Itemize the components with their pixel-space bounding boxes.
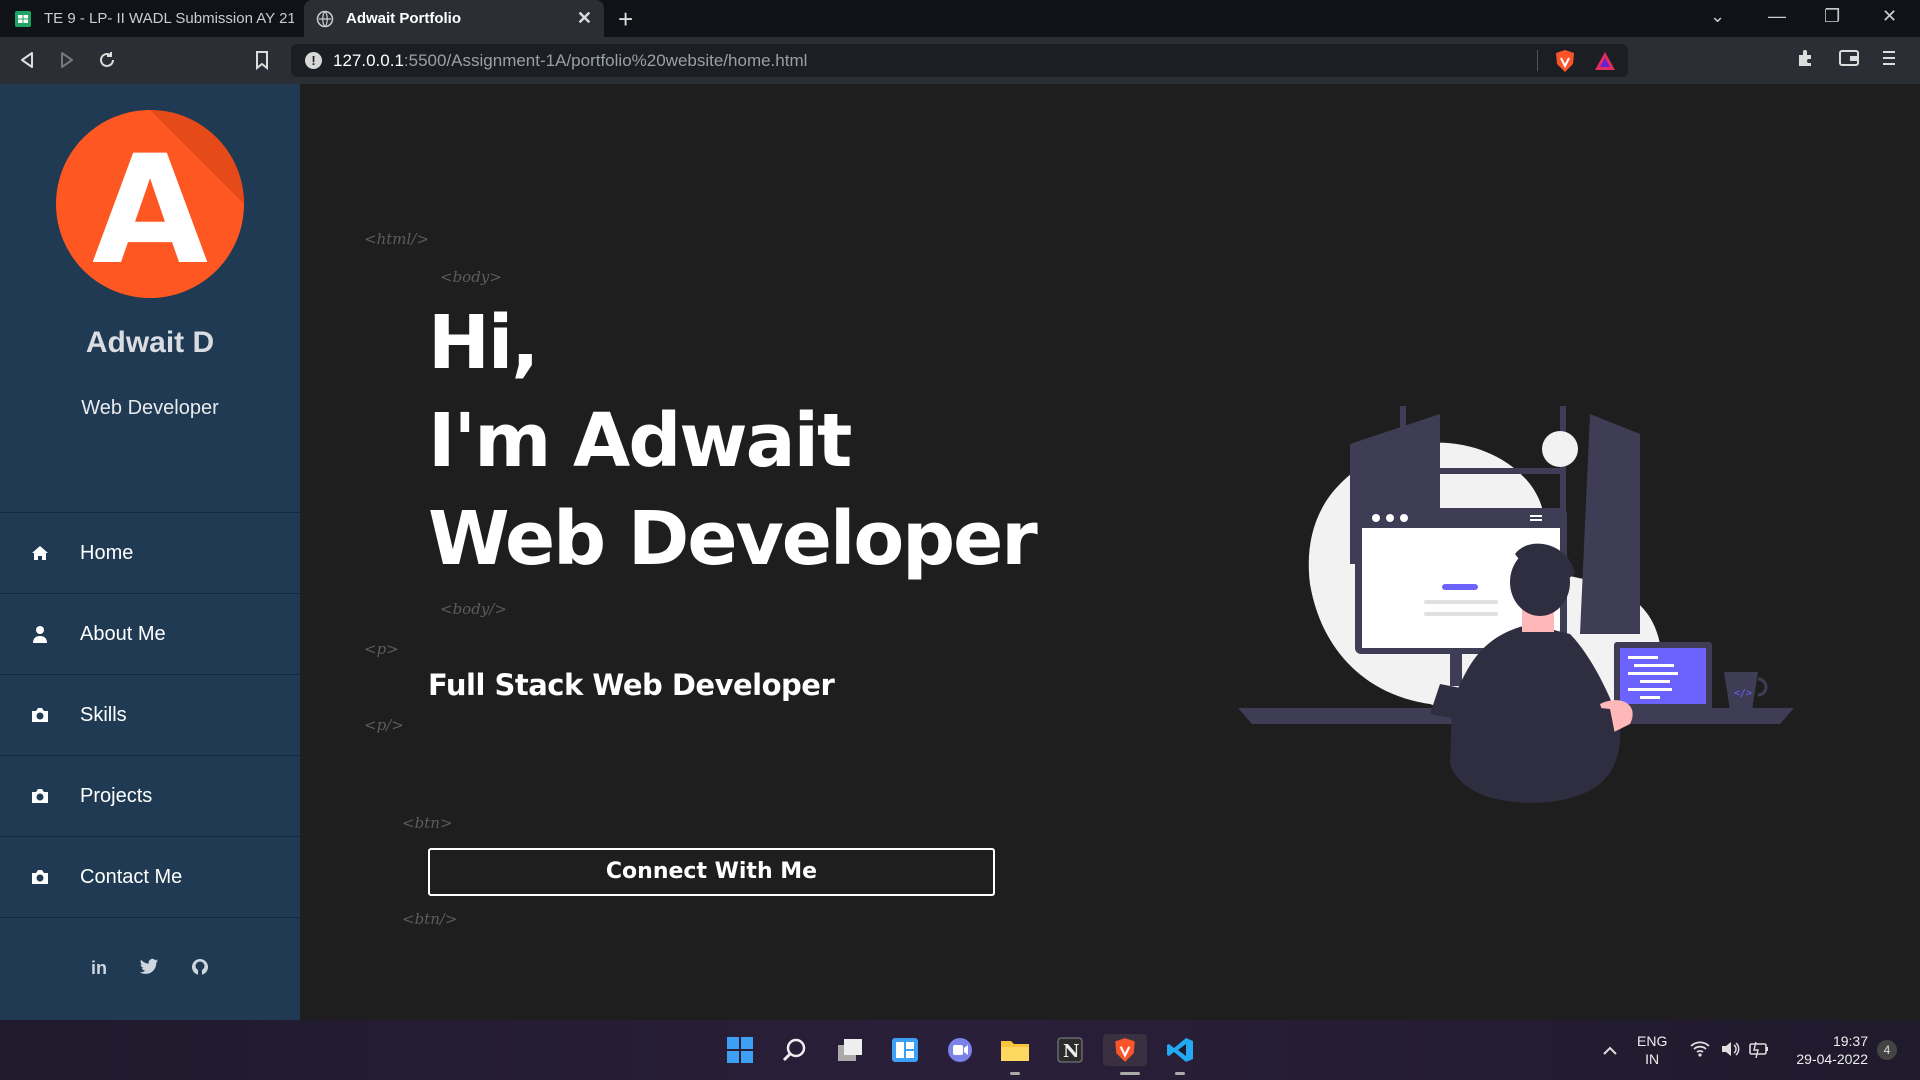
divider — [1537, 50, 1538, 71]
tab-sheets[interactable]: TE 9 - LP- II WADL Submission AY 21-22 — [0, 0, 300, 37]
address-bar[interactable]: ! 127.0.0.1:5500/Assignment-1A/portfolio… — [291, 44, 1628, 77]
home-icon — [30, 543, 50, 563]
tab-search-icon[interactable]: ⌄ — [1710, 6, 1725, 27]
reload-icon[interactable] — [97, 50, 117, 70]
twitter-icon[interactable] — [139, 958, 159, 976]
url-text[interactable]: 127.0.0.1:5500/Assignment-1A/portfolio%2… — [333, 51, 807, 71]
sidebar-item-label: Home — [80, 541, 134, 564]
code-tag-html: <html/> — [364, 230, 429, 248]
sidebar-item-contact[interactable]: Contact Me — [0, 837, 300, 918]
back-icon[interactable] — [18, 50, 36, 70]
developer-illustration: </> — [1238, 406, 1794, 803]
sidebar-item-label: About Me — [80, 622, 166, 645]
start-icon[interactable] — [724, 1034, 756, 1066]
brave-rewards-icon[interactable] — [1594, 50, 1616, 72]
tab-portfolio[interactable]: Adwait Portfolio ✕ — [304, 0, 604, 37]
code-tag-btn-open: <btn> — [402, 814, 453, 832]
code-tag-p-close: <p/> — [364, 716, 404, 734]
sidebar-item-label: Projects — [80, 784, 153, 807]
search-icon[interactable] — [779, 1034, 811, 1066]
bookmark-icon[interactable] — [254, 50, 270, 70]
hero-intro: I'm Adwait — [428, 398, 852, 484]
tab-bar: TE 9 - LP- II WADL Submission AY 21-22 A… — [0, 0, 1920, 37]
globe-icon — [316, 10, 334, 27]
taskbar: N ENG IN 19:37 29-04-2022 4 — [0, 1020, 1920, 1080]
volume-icon[interactable] — [1720, 1040, 1740, 1058]
sheets-icon — [15, 10, 31, 27]
forward-icon[interactable] — [58, 50, 76, 70]
sidebar: A Adwait D Web Developer Home About Me S… — [0, 84, 300, 1020]
close-window-button[interactable]: ✕ — [1882, 6, 1897, 27]
main-content: <html/> <body> Hi, I'm Adwait Web Develo… — [300, 84, 1920, 1020]
profile-role: Web Developer — [81, 397, 219, 419]
code-tag-body-open: <body> — [440, 268, 502, 286]
portfolio-page: A Adwait D Web Developer Home About Me S… — [0, 84, 1920, 1020]
minimize-button[interactable]: — — [1768, 6, 1786, 27]
close-tab-icon[interactable]: ✕ — [577, 8, 592, 29]
svg-text:</>: </> — [1734, 688, 1752, 699]
maximize-button[interactable]: ❐ — [1824, 6, 1840, 27]
widgets-icon[interactable] — [889, 1034, 921, 1066]
code-tag-body-close: <body/> — [440, 600, 507, 618]
sidebar-item-projects[interactable]: Projects — [0, 756, 300, 837]
avatar-letter: A — [91, 124, 209, 298]
wallet-icon[interactable] — [1838, 48, 1860, 68]
site-info-icon[interactable]: ! — [305, 52, 322, 69]
code-tag-p-open: <p> — [364, 640, 399, 658]
brave-browser-icon[interactable] — [1103, 1034, 1147, 1066]
notion-icon[interactable]: N — [1054, 1034, 1086, 1066]
user-icon — [30, 624, 50, 644]
brave-shields-icon[interactable] — [1554, 49, 1576, 73]
avatar: A — [56, 110, 244, 298]
github-icon[interactable] — [191, 958, 209, 976]
connect-button[interactable]: Connect With Me — [428, 848, 995, 896]
system-clock[interactable]: 19:37 29-04-2022 — [1786, 1032, 1868, 1068]
browser-toolbar: ! 127.0.0.1:5500/Assignment-1A/portfolio… — [0, 37, 1920, 84]
camera-icon — [30, 867, 50, 887]
social-links: in — [0, 958, 300, 979]
camera-icon — [30, 786, 50, 806]
new-tab-button[interactable]: + — [618, 4, 633, 35]
linkedin-icon[interactable]: in — [91, 958, 107, 979]
language-indicator[interactable]: ENG IN — [1637, 1032, 1667, 1068]
hero-headline: Web Developer — [428, 496, 1038, 582]
chevron-up-icon[interactable] — [1602, 1044, 1618, 1056]
vscode-icon[interactable] — [1164, 1034, 1196, 1066]
teams-chat-icon[interactable] — [944, 1034, 976, 1066]
sidebar-item-label: Contact Me — [80, 865, 183, 888]
sidebar-item-skills[interactable]: Skills — [0, 675, 300, 756]
hero-greeting: Hi, — [428, 300, 539, 386]
extensions-icon[interactable] — [1796, 48, 1816, 68]
notification-badge[interactable]: 4 — [1877, 1040, 1897, 1060]
sidebar-item-home[interactable]: Home — [0, 513, 300, 594]
svg-text:N: N — [1063, 1041, 1079, 1062]
sidebar-nav: Home About Me Skills Projects Contact Me — [0, 512, 300, 918]
task-view-icon[interactable] — [834, 1034, 866, 1066]
sidebar-item-about[interactable]: About Me — [0, 594, 300, 675]
menu-icon[interactable] — [1882, 48, 1896, 68]
profile-name: Adwait D — [85, 326, 215, 359]
tab-title: TE 9 - LP- II WADL Submission AY 21-22 — [44, 10, 294, 27]
code-tag-btn-close: <btn/> — [402, 910, 458, 928]
hero-subline: Full Stack Web Developer — [428, 668, 835, 702]
file-explorer-icon[interactable] — [999, 1034, 1031, 1066]
tab-title: Adwait Portfolio — [346, 10, 461, 27]
sidebar-item-label: Skills — [80, 703, 127, 726]
battery-icon[interactable] — [1748, 1040, 1770, 1058]
camera-icon — [30, 705, 50, 725]
wifi-icon[interactable] — [1690, 1040, 1710, 1058]
